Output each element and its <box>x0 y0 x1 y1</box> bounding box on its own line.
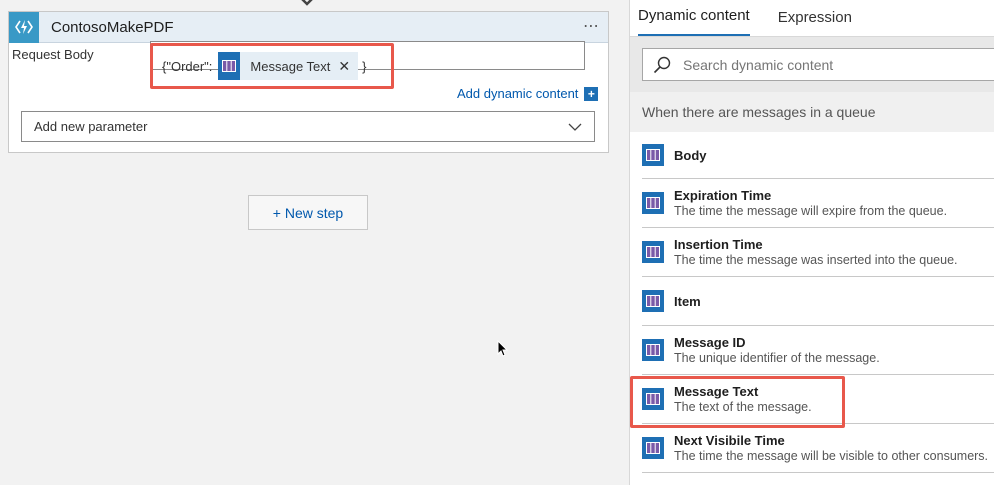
add-dynamic-content-label: Add dynamic content <box>457 86 579 101</box>
queue-message-icon <box>642 437 664 459</box>
queue-message-icon <box>642 339 664 361</box>
plus-icon: + <box>584 86 599 101</box>
search-box[interactable] <box>642 48 994 81</box>
search-icon <box>653 56 671 73</box>
highlight-box-request-body <box>150 43 394 89</box>
add-dynamic-content-link[interactable]: Add dynamic content + <box>457 86 599 101</box>
connector-arrow-icon <box>301 0 313 6</box>
list-item-expiration-time[interactable]: Expiration Time The time the message wil… <box>642 179 994 228</box>
search-area <box>630 36 994 92</box>
item-name: Insertion Time <box>674 237 763 252</box>
item-name: Message ID <box>674 335 746 350</box>
item-name: Next Visibile Time <box>674 433 785 448</box>
item-description: The unique identifier of the message. <box>674 351 880 365</box>
section-header: When there are messages in a queue <box>630 92 994 132</box>
card-header[interactable]: ContosoMakePDF ⋯ <box>9 11 608 43</box>
item-description: The time the message was inserted into t… <box>674 253 958 267</box>
chevron-down-icon <box>568 123 582 131</box>
highlight-box-message-text <box>630 376 845 428</box>
queue-message-icon <box>642 241 664 263</box>
card-title: ContosoMakePDF <box>51 18 174 36</box>
queue-message-icon <box>642 192 664 214</box>
add-new-parameter-dropdown[interactable]: Add new parameter <box>21 111 595 142</box>
tab-expression[interactable]: Expression <box>778 9 852 36</box>
new-step-button[interactable]: + New step <box>248 195 368 230</box>
queue-message-icon <box>642 144 664 166</box>
search-input[interactable] <box>683 56 973 73</box>
item-name: Item <box>674 293 701 309</box>
queue-message-icon <box>642 290 664 312</box>
tab-dynamic-content[interactable]: Dynamic content <box>638 7 750 36</box>
azure-function-icon <box>9 11 39 43</box>
panel-tabs: Dynamic content Expression <box>630 0 994 36</box>
list-item-insertion-time[interactable]: Insertion Time The time the message was … <box>642 228 994 277</box>
item-description: The time the message will expire from th… <box>674 204 948 218</box>
mouse-cursor-icon <box>497 340 509 357</box>
add-new-parameter-label: Add new parameter <box>34 119 148 134</box>
list-item-message-id[interactable]: Message ID The unique identifier of the … <box>642 326 994 375</box>
item-name: Body <box>674 147 707 163</box>
more-options-button[interactable]: ⋯ <box>583 19 600 35</box>
list-item-item[interactable]: Item <box>642 277 994 326</box>
item-description: The time the message will be visible to … <box>674 449 989 463</box>
request-body-label: Request Body <box>12 47 94 62</box>
item-name: Expiration Time <box>674 188 772 203</box>
list-item-next-visible-time[interactable]: Next Visibile Time The time the message … <box>642 424 994 473</box>
list-item-body[interactable]: Body <box>642 132 994 179</box>
